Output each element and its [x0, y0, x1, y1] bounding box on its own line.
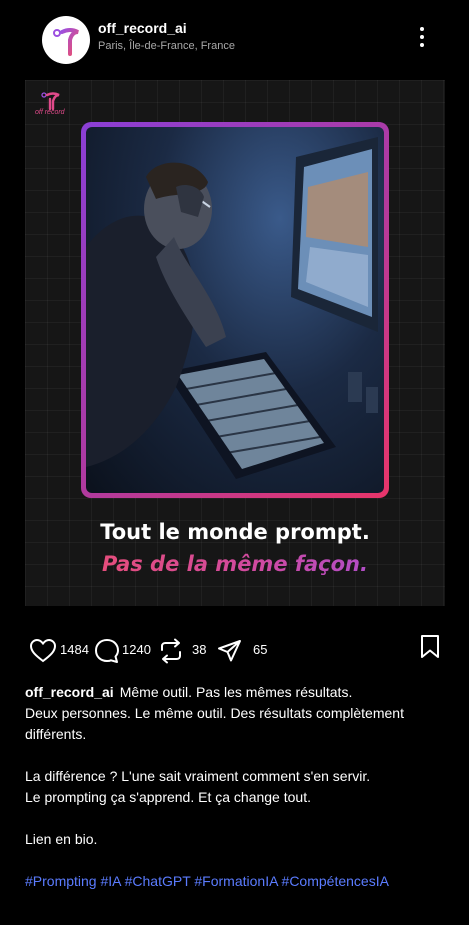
caption-line-4: Le prompting ça s'apprend. Et ça change … [25, 789, 311, 805]
hashtags[interactable]: #Prompting #IA #ChatGPT #FormationIA #Co… [25, 871, 445, 892]
headline-line-1: Tout le monde prompt. [100, 520, 370, 544]
like-heart-icon[interactable] [29, 638, 57, 664]
more-options-icon[interactable] [412, 24, 432, 50]
brand-logo-icon [53, 28, 79, 56]
post-header: off_record_ai Paris, Île-de-France, Fran… [0, 0, 469, 80]
avatar[interactable] [42, 16, 90, 64]
share-count[interactable]: 65 [253, 642, 267, 657]
location[interactable]: Paris, Île-de-France, France [98, 40, 235, 52]
like-count[interactable]: 1484 [60, 642, 89, 657]
caption-line-3: La différence ? L'une sait vraiment comm… [25, 768, 371, 784]
action-bar: 1484 1240 38 65 [0, 630, 469, 670]
caption-line-1: Même outil. Pas les mêmes résultats. [119, 684, 353, 700]
comment-count[interactable]: 1240 [122, 642, 151, 657]
bookmark-icon[interactable] [419, 634, 441, 660]
person-at-computer-illustration [86, 137, 378, 479]
caption-line-2: Deux personnes. Le même outil. Des résul… [25, 705, 404, 742]
brand-label: off record [35, 109, 65, 116]
repost-count[interactable]: 38 [192, 642, 206, 657]
caption-line-5: Lien en bio. [25, 831, 98, 847]
username[interactable]: off_record_ai [98, 20, 187, 36]
photo [86, 127, 384, 493]
post-image[interactable]: off record Tout le monde prompt. Pas de … [25, 80, 445, 606]
comment-icon[interactable] [94, 638, 120, 664]
caption: off_record_ai Même outil. Pas les mêmes r… [25, 682, 445, 892]
photo-frame [81, 122, 389, 498]
caption-username[interactable]: off_record_ai [25, 684, 114, 700]
headline-line-2: Pas de la même façon. [25, 552, 445, 576]
share-send-icon[interactable] [217, 638, 243, 664]
repost-icon[interactable] [158, 638, 184, 664]
